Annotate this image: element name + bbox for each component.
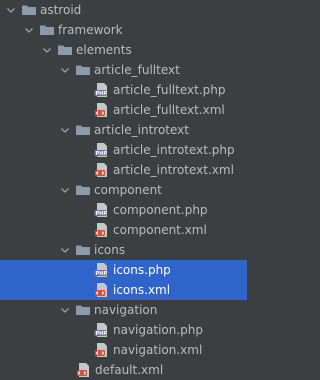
tree-file-icons-xml[interactable]: icons.xml <box>0 280 247 300</box>
php-file-icon: PHP <box>94 322 110 338</box>
file-label: article_introtext.php <box>113 143 235 157</box>
tree-file-component-xml[interactable]: component.xml <box>0 220 247 240</box>
folder-label: article_fulltext <box>94 63 180 77</box>
php-file-icon: PHP <box>94 82 110 98</box>
tree-file-default-xml[interactable]: default.xml <box>0 360 247 380</box>
folder-icon <box>39 22 55 38</box>
folder-label: astroid <box>40 3 82 17</box>
tree-file-article-introtext-xml[interactable]: article_introtext.xml <box>0 160 247 180</box>
tree-file-navigation-xml[interactable]: navigation.xml <box>0 340 247 360</box>
file-label: navigation.xml <box>113 343 203 357</box>
xml-file-icon <box>94 222 110 238</box>
svg-text:PHP: PHP <box>96 211 108 217</box>
folder-icon <box>21 2 37 18</box>
tree-file-component-php[interactable]: PHP component.php <box>0 200 247 220</box>
project-tree: astroid framework elements article_fullt… <box>0 0 247 380</box>
tree-node-icons[interactable]: icons <box>0 240 247 260</box>
folder-label: framework <box>58 23 123 37</box>
xml-file-icon <box>94 162 110 178</box>
xml-file-icon <box>94 102 110 118</box>
folder-label: elements <box>76 43 132 57</box>
file-label: article_introtext.xml <box>113 163 234 177</box>
folder-icon <box>75 182 91 198</box>
file-label: icons.php <box>113 263 171 277</box>
chevron-down-icon[interactable] <box>60 245 70 255</box>
folder-label: article_introtext <box>94 123 189 137</box>
folder-icon <box>75 122 91 138</box>
svg-text:PHP: PHP <box>96 271 108 277</box>
svg-text:PHP: PHP <box>96 331 108 337</box>
php-file-icon: PHP <box>94 202 110 218</box>
folder-label: navigation <box>94 303 158 317</box>
tree-file-article-fulltext-php[interactable]: PHP article_fulltext.php <box>0 80 247 100</box>
tree-file-icons-php[interactable]: PHP icons.php <box>0 260 247 280</box>
svg-text:PHP: PHP <box>96 91 108 97</box>
folder-icon <box>75 62 91 78</box>
file-label: article_fulltext.php <box>113 83 226 97</box>
file-label: component.xml <box>113 223 207 237</box>
file-label: component.php <box>113 203 208 217</box>
tree-node-article-introtext[interactable]: article_introtext <box>0 120 247 140</box>
folder-icon <box>75 302 91 318</box>
tree-file-navigation-php[interactable]: PHP navigation.php <box>0 320 247 340</box>
xml-file-icon <box>76 362 92 378</box>
chevron-down-icon[interactable] <box>60 125 70 135</box>
file-label: article_fulltext.xml <box>113 103 225 117</box>
chevron-down-icon[interactable] <box>6 5 16 15</box>
folder-icon <box>57 42 73 58</box>
php-file-icon: PHP <box>94 262 110 278</box>
chevron-down-icon[interactable] <box>60 185 70 195</box>
xml-file-icon <box>94 342 110 358</box>
tree-node-astroid[interactable]: astroid <box>0 0 247 20</box>
tree-node-elements[interactable]: elements <box>0 40 247 60</box>
file-label: default.xml <box>95 363 164 377</box>
file-label: icons.xml <box>113 283 171 297</box>
chevron-down-icon[interactable] <box>60 65 70 75</box>
svg-text:PHP: PHP <box>96 151 108 157</box>
chevron-down-icon[interactable] <box>60 305 70 315</box>
tree-node-framework[interactable]: framework <box>0 20 247 40</box>
tree-node-navigation[interactable]: navigation <box>0 300 247 320</box>
tree-file-article-fulltext-xml[interactable]: article_fulltext.xml <box>0 100 247 120</box>
chevron-down-icon[interactable] <box>24 25 34 35</box>
file-label: navigation.php <box>113 323 204 337</box>
xml-file-icon <box>94 282 110 298</box>
chevron-down-icon[interactable] <box>42 45 52 55</box>
folder-icon <box>75 242 91 258</box>
php-file-icon: PHP <box>94 142 110 158</box>
tree-node-article-fulltext[interactable]: article_fulltext <box>0 60 247 80</box>
tree-file-article-introtext-php[interactable]: PHP article_introtext.php <box>0 140 247 160</box>
tree-node-component[interactable]: component <box>0 180 247 200</box>
folder-label: component <box>94 183 162 197</box>
folder-label: icons <box>94 243 126 257</box>
